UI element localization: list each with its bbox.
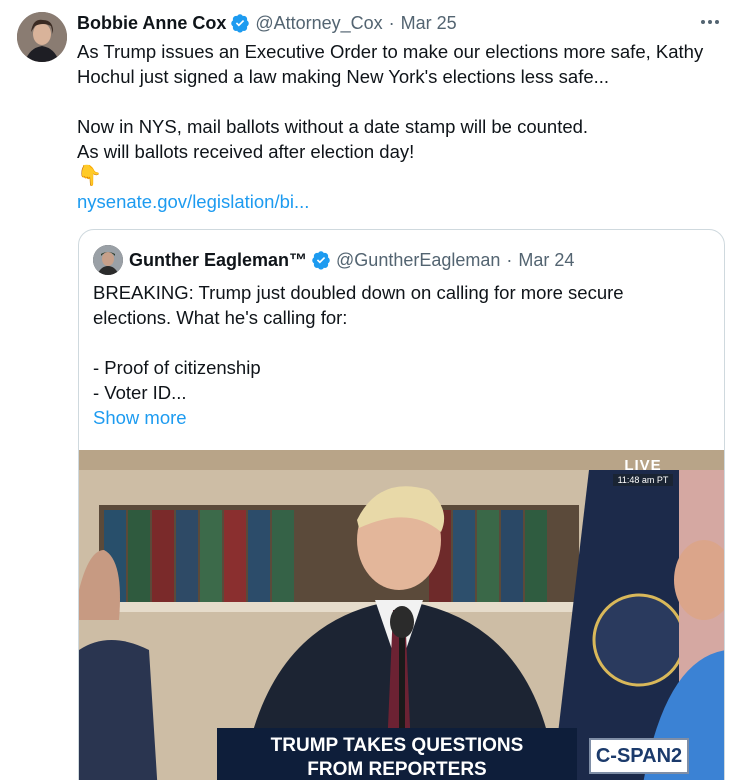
quoted-line: BREAKING: Trump just doubled down on cal… <box>93 282 624 303</box>
tweet[interactable]: Bobbie Anne Cox @Attorney_Cox · Mar 25 A… <box>0 0 740 780</box>
caption-line: FROM REPORTERS <box>307 759 487 780</box>
quoted-author-avatar[interactable] <box>93 245 123 275</box>
live-time: 11:48 am PT <box>613 474 673 486</box>
tweet-link[interactable]: nysenate.gov/legislation/bi... <box>77 189 727 214</box>
video-caption: TRUMP TAKES QUESTIONS FROM REPORTERS <box>217 728 577 780</box>
tweet-line: As will ballots received after election … <box>77 141 415 162</box>
author-avatar[interactable] <box>17 12 67 62</box>
separator-dot: · <box>388 12 395 33</box>
quoted-author-name[interactable]: Gunther Eagleman™ <box>129 250 307 271</box>
live-label: LIVE <box>624 457 662 474</box>
live-indicator: LIVE 11:48 am PT <box>613 458 673 488</box>
quoted-date[interactable]: Mar 24 <box>518 250 574 271</box>
quoted-author-handle[interactable]: @GuntherEagleman <box>336 250 500 271</box>
caption-line: TRUMP TAKES QUESTIONS <box>270 735 524 756</box>
tweet-date[interactable]: Mar 25 <box>401 13 457 34</box>
more-options-icon[interactable] <box>698 10 722 34</box>
video-thumbnail[interactable]: LIVE 11:48 am PT TRUMP TAKES QUESTIONS F… <box>79 450 724 780</box>
pointing-down-emoji: 👇 <box>77 165 102 187</box>
tweet-line: As Trump issues an Executive Order to ma… <box>77 41 704 62</box>
tweet-text: As Trump issues an Executive Order to ma… <box>77 39 727 214</box>
quoted-tweet[interactable]: Gunther Eagleman™ @GuntherEagleman · Mar… <box>78 229 725 780</box>
quoted-line: elections. What he's calling for: <box>93 307 348 328</box>
quoted-header: Gunther Eagleman™ @GuntherEagleman · Mar… <box>93 245 574 275</box>
cspan-logo: C-SPAN2 <box>589 738 689 774</box>
quoted-line: - Voter ID... <box>93 382 187 403</box>
tweet-line: Now in NYS, mail ballots without a date … <box>77 116 589 137</box>
verified-badge-icon <box>312 251 330 270</box>
author-handle[interactable]: @Attorney_Cox <box>255 13 382 34</box>
quoted-line: - Proof of citizenship <box>93 357 261 378</box>
tweet-line: Hochul just signed a law making New York… <box>77 66 610 87</box>
quoted-text: BREAKING: Trump just doubled down on cal… <box>93 280 713 430</box>
tweet-header: Bobbie Anne Cox @Attorney_Cox · Mar 25 <box>77 11 457 35</box>
show-more-link[interactable]: Show more <box>93 405 713 430</box>
verified-badge-icon <box>231 14 250 33</box>
author-name[interactable]: Bobbie Anne Cox <box>77 13 226 34</box>
separator-dot: · <box>506 249 513 270</box>
